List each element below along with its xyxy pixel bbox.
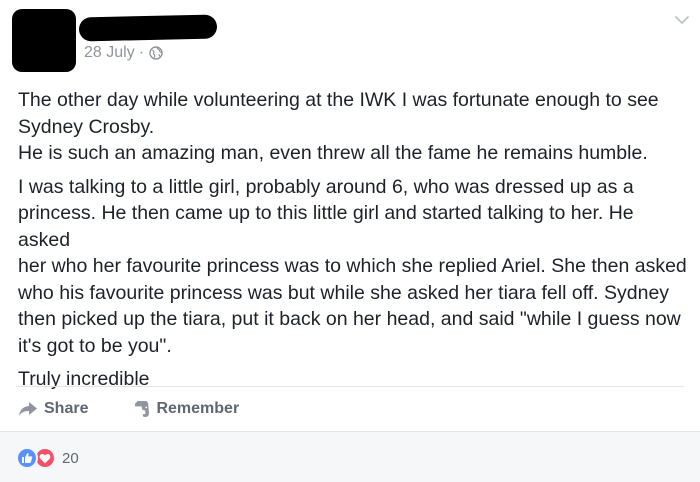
- paragraph-4: Truly incredible: [18, 368, 150, 390]
- paragraph-2: He is such an amazing man, even threw al…: [18, 142, 648, 164]
- avatar-redacted: [12, 9, 76, 72]
- facebook-post: 28 July · The other day while volunteeri…: [0, 0, 700, 482]
- paragraph-1-line-1: The other day while volunteering at the …: [18, 89, 659, 111]
- paragraph-3-line: it's got to be you".: [18, 334, 172, 357]
- share-button[interactable]: Share: [18, 400, 88, 418]
- post-meta: 28 July ·: [84, 44, 163, 62]
- post-actions: Share Remember: [18, 396, 239, 422]
- share-arrow-icon: [19, 402, 37, 416]
- reaction-summary[interactable]: 20: [16, 447, 79, 469]
- globe-icon[interactable]: [149, 46, 163, 60]
- meta-separator: ·: [138, 44, 145, 61]
- post-content: The other day while volunteering at the …: [18, 87, 688, 393]
- paragraph-3: I was talking to a little girl, probably…: [18, 174, 688, 360]
- author-name-redacted: [78, 14, 218, 42]
- paragraph-3-line: then picked up the tiara, put it back on…: [18, 308, 681, 330]
- paragraph-3-line: her who her favourite princess was to wh…: [18, 255, 687, 277]
- remember-button[interactable]: Remember: [134, 400, 239, 418]
- post-date[interactable]: 28 July: [84, 44, 135, 62]
- paragraph-3-line: who his favourite princess was but while…: [18, 281, 670, 304]
- remember-label: Remember: [156, 400, 240, 417]
- evernote-icon: [135, 401, 150, 417]
- share-label: Share: [44, 400, 89, 417]
- paragraph-1: The other day while volunteering at the …: [18, 87, 688, 167]
- like-reaction-icon: [16, 447, 38, 469]
- chevron-down-icon[interactable]: [674, 14, 690, 26]
- paragraph-1-line-2: Sydney Crosby.: [18, 115, 155, 138]
- reactions-footer: 20: [0, 431, 700, 482]
- paragraph-3-line: princess. He then came up to this little…: [18, 202, 634, 251]
- actions-divider: [16, 386, 684, 387]
- reaction-count: 20: [62, 449, 79, 467]
- paragraph-3-line: I was talking to a little girl, probably…: [18, 175, 634, 198]
